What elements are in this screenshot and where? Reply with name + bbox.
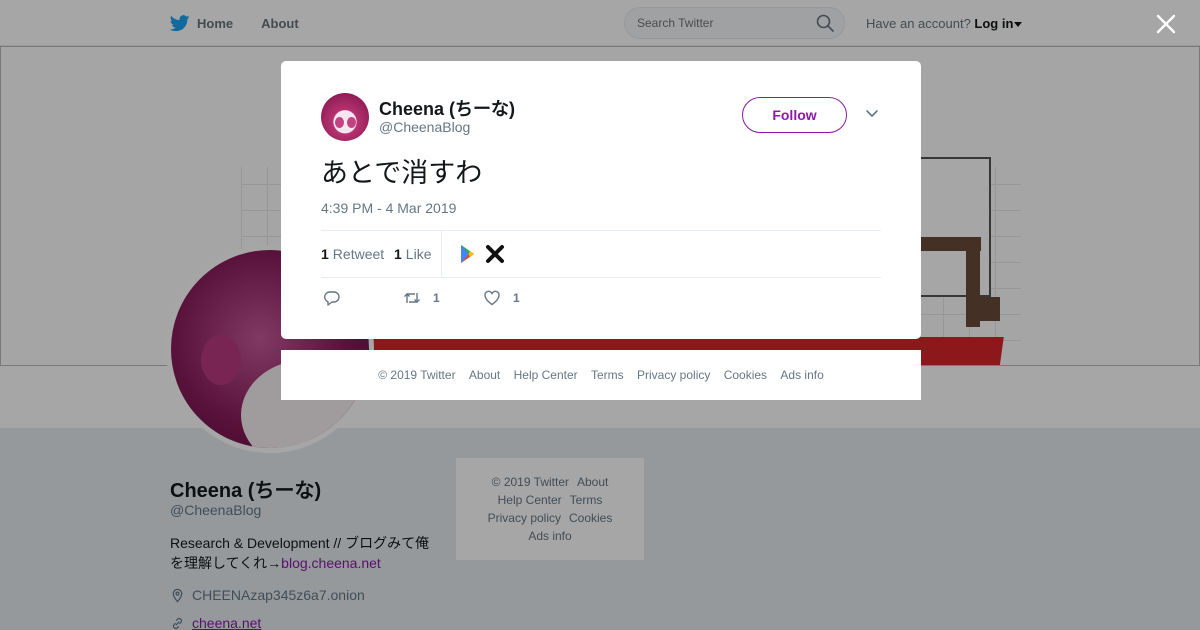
like-action-count: 1: [513, 291, 520, 305]
tweet-author-name[interactable]: Cheena (ちーな): [379, 95, 515, 121]
play-store-icon[interactable]: [457, 243, 479, 265]
user-avatar-icon[interactable]: [484, 243, 506, 265]
close-icon[interactable]: [1155, 13, 1177, 35]
retweet-button[interactable]: 1: [403, 289, 440, 307]
like-stat[interactable]: 1 Like: [394, 246, 431, 262]
tweet-actions: 1 1: [321, 289, 621, 309]
footer-link-privacy[interactable]: Privacy policy: [637, 368, 710, 382]
reply-icon: [324, 291, 340, 306]
stats-divider: [441, 231, 442, 277]
footer-link-help[interactable]: Help Center: [514, 368, 578, 382]
like-stat-count: 1: [394, 246, 402, 262]
footer-link-cookies[interactable]: Cookies: [724, 368, 767, 382]
reply-button[interactable]: [323, 289, 353, 307]
chevron-down-icon[interactable]: [865, 109, 879, 119]
footer-copyright: © 2019 Twitter: [378, 368, 456, 382]
tweet-author-avatar[interactable]: [321, 93, 369, 141]
retweet-icon: [404, 293, 420, 303]
footer-link-about[interactable]: About: [469, 368, 500, 382]
modal-footer: © 2019 Twitter About Help Center Terms P…: [281, 350, 921, 400]
retweet-stat-label: Retweet: [332, 246, 385, 262]
footer-link-ads[interactable]: Ads info: [780, 368, 823, 382]
avatar-eye: [335, 117, 344, 128]
retweet-action-count: 1: [433, 291, 440, 305]
tweet-stats: 1 Retweet 1 Like: [321, 230, 881, 278]
like-button[interactable]: 1: [483, 289, 520, 307]
follow-button[interactable]: Follow: [742, 97, 847, 133]
tweet-author-handle[interactable]: @CheenaBlog: [379, 119, 470, 135]
footer-link-terms[interactable]: Terms: [591, 368, 624, 382]
avatar-eye: [347, 117, 356, 128]
retweet-stat-count: 1: [321, 246, 329, 262]
retweet-stat[interactable]: 1 Retweet: [321, 246, 384, 262]
tweet-text: あとで消すわ: [321, 158, 483, 189]
tweet-timestamp[interactable]: 4:39 PM - 4 Mar 2019: [321, 200, 456, 216]
like-stat-label: Like: [405, 246, 432, 262]
tweet-modal: Cheena (ちーな) @CheenaBlog Follow あとで消すわ 4…: [281, 61, 921, 339]
heart-icon: [484, 290, 500, 306]
